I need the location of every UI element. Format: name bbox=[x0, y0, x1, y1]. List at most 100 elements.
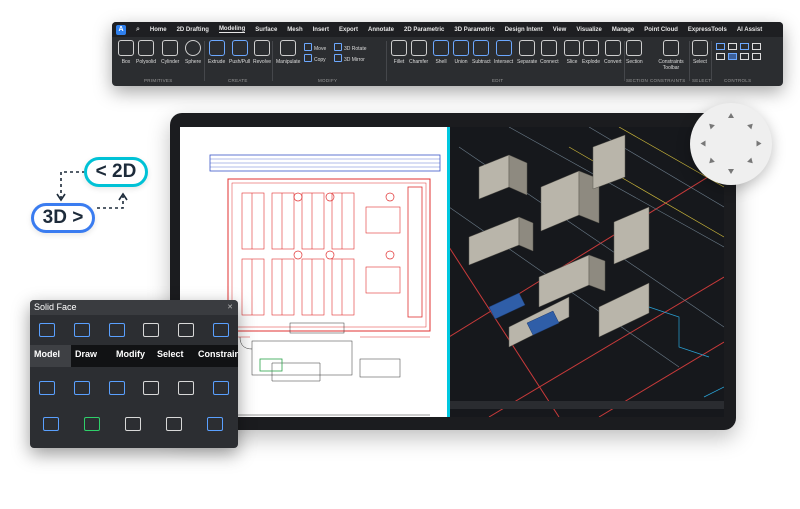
tab-modeling[interactable]: Modeling bbox=[218, 26, 246, 33]
nav-arrow-icon[interactable] bbox=[747, 121, 755, 130]
nav-arrow-icon[interactable] bbox=[747, 157, 755, 166]
offset-face-button[interactable] bbox=[65, 373, 100, 403]
tab-2d-parametric[interactable]: 2D Parametric bbox=[404, 27, 444, 33]
ribbon-separator bbox=[204, 41, 205, 81]
nav-arrow-icon[interactable] bbox=[700, 140, 706, 147]
box-face-button[interactable] bbox=[134, 373, 169, 403]
control-icon[interactable] bbox=[740, 53, 749, 60]
tab-design-intent[interactable]: Design Intent bbox=[505, 27, 543, 33]
control-icon[interactable] bbox=[728, 53, 737, 60]
t-shape-button[interactable] bbox=[153, 409, 194, 439]
model-3d-view[interactable] bbox=[448, 127, 724, 417]
3d-rotate-button[interactable]: 3D Rotate bbox=[334, 43, 367, 52]
tab-ai-assist[interactable]: AI Assist bbox=[737, 27, 762, 33]
control-icon[interactable] bbox=[716, 53, 725, 60]
control-icon[interactable] bbox=[728, 43, 737, 50]
fillet-icon bbox=[391, 40, 407, 56]
sphere-button[interactable]: Sphere bbox=[185, 40, 201, 65]
polysolid-button[interactable]: Polysolid bbox=[136, 40, 156, 65]
tab-visualize[interactable]: Visualize bbox=[576, 27, 602, 33]
nav-arrow-icon[interactable] bbox=[728, 169, 734, 174]
search-icon[interactable]: ⌕ bbox=[136, 26, 140, 34]
panel-tab-modify[interactable]: Modify bbox=[112, 345, 153, 367]
shell-face-button[interactable] bbox=[169, 373, 204, 403]
rotate-face-icon bbox=[108, 381, 125, 395]
union-button[interactable]: Union bbox=[453, 40, 469, 65]
tab-insert[interactable]: Insert bbox=[313, 27, 329, 33]
pushpull-button[interactable]: Push/Pull bbox=[229, 40, 250, 65]
tab-view[interactable]: View bbox=[553, 27, 567, 33]
panel-tab-draw[interactable]: Draw bbox=[71, 345, 112, 367]
copy-button[interactable]: Copy bbox=[304, 54, 326, 63]
group-label-primitives: PRIMITIVES bbox=[144, 78, 173, 83]
box-button[interactable]: Box bbox=[118, 40, 134, 65]
shell-icon bbox=[178, 323, 195, 337]
3d-mirror-button[interactable]: 3D Mirror bbox=[334, 54, 365, 63]
solid-view-button[interactable] bbox=[203, 315, 238, 345]
tab-surface[interactable]: Surface bbox=[255, 27, 277, 33]
control-icon[interactable] bbox=[716, 43, 725, 50]
nav-arrow-icon[interactable] bbox=[756, 140, 762, 147]
cursor-icon bbox=[692, 40, 708, 56]
nav-arrow-icon[interactable] bbox=[728, 113, 734, 118]
revolve-button[interactable]: Revolve bbox=[253, 40, 271, 65]
control-icon[interactable] bbox=[752, 53, 761, 60]
cylinder-button[interactable]: Cylinder bbox=[161, 40, 179, 65]
control-icon[interactable] bbox=[752, 43, 761, 50]
app-menu-button[interactable]: A bbox=[116, 24, 126, 35]
close-icon[interactable]: ✕ bbox=[227, 300, 233, 315]
solid-face-panel: Solid Face ✕ Model Draw Modify Select Co… bbox=[30, 300, 238, 448]
extrude-button[interactable]: Extrude bbox=[208, 40, 225, 65]
rotate-face-button[interactable] bbox=[99, 373, 134, 403]
panel-tab-model[interactable]: Model bbox=[30, 345, 71, 367]
shell-button[interactable]: Shell bbox=[433, 40, 449, 65]
convert-button[interactable]: Convert bbox=[604, 40, 622, 65]
ribbon-separator bbox=[272, 41, 273, 81]
l-shape-button[interactable] bbox=[112, 409, 153, 439]
ribbon-separator bbox=[624, 41, 625, 81]
tab-manage[interactable]: Manage bbox=[612, 27, 634, 33]
tab-2d-drafting[interactable]: 2D Drafting bbox=[177, 27, 209, 33]
select-button[interactable]: Select bbox=[692, 40, 708, 65]
nav-arrow-icon[interactable] bbox=[707, 157, 715, 166]
t-shape-icon bbox=[165, 417, 182, 431]
tab-export[interactable]: Export bbox=[339, 27, 358, 33]
box-face-button[interactable] bbox=[134, 315, 169, 345]
ucs-button[interactable] bbox=[71, 409, 112, 439]
tab-mesh[interactable]: Mesh bbox=[287, 27, 302, 33]
chamfer-button[interactable]: Chamfer bbox=[409, 40, 428, 65]
intersect-icon bbox=[495, 40, 512, 56]
slice-button[interactable]: Slice bbox=[564, 40, 580, 65]
nav-arrow-icon[interactable] bbox=[707, 121, 715, 130]
move-face-button[interactable] bbox=[30, 373, 65, 403]
mesh-button[interactable] bbox=[30, 409, 71, 439]
fillet-button[interactable]: Fillet bbox=[391, 40, 407, 65]
tab-3d-parametric[interactable]: 3D Parametric bbox=[454, 27, 494, 33]
navigation-wheel[interactable] bbox=[690, 103, 772, 185]
rotate-face-button[interactable] bbox=[99, 315, 134, 345]
panel-tab-select[interactable]: Select bbox=[153, 345, 194, 367]
tab-expresstools[interactable]: ExpressTools bbox=[688, 27, 727, 33]
offset-face-button[interactable] bbox=[65, 315, 100, 345]
separate-button[interactable]: Separate bbox=[517, 40, 537, 65]
tab-annotate[interactable]: Annotate bbox=[368, 27, 394, 33]
intersect-button[interactable]: Intersect bbox=[494, 40, 513, 65]
section-button[interactable]: Section bbox=[626, 40, 643, 65]
extrude-icon bbox=[208, 40, 225, 56]
constraints-toolbar-button[interactable]: Constraints Toolbar bbox=[654, 40, 688, 71]
move-button[interactable]: Move bbox=[304, 43, 326, 52]
control-icon[interactable] bbox=[740, 43, 749, 50]
shell-face-button[interactable] bbox=[169, 315, 204, 345]
connect-button[interactable]: Connect bbox=[540, 40, 559, 65]
tab-point-cloud[interactable]: Point Cloud bbox=[644, 27, 678, 33]
move-face-button[interactable] bbox=[30, 315, 65, 345]
subtract-button[interactable]: Subtract bbox=[472, 40, 491, 65]
section-plane-button[interactable] bbox=[194, 409, 235, 439]
tab-home[interactable]: Home bbox=[150, 27, 167, 33]
split-view-divider[interactable] bbox=[447, 127, 450, 417]
manipulate-button[interactable]: Manipulate bbox=[276, 40, 300, 65]
shell-icon bbox=[433, 40, 449, 56]
panel-tab-constraint[interactable]: Constraint bbox=[194, 345, 238, 367]
explode-button[interactable]: Explode bbox=[582, 40, 600, 65]
solid-view-button[interactable] bbox=[203, 373, 238, 403]
